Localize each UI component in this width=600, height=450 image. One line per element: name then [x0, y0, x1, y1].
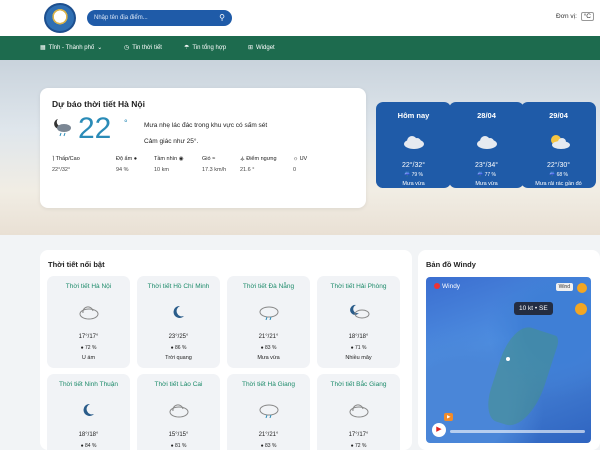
time-badge: ▶ [444, 413, 454, 421]
layer-tag[interactable]: Wind [555, 283, 573, 291]
cloud-icon [169, 404, 188, 418]
windy-title: Bản đồ Windy [426, 260, 476, 269]
main-nav: ▦ Tỉnh - Thành phố ⌄ ◷ Tin thời tiết ☂ Tin t… [0, 36, 600, 60]
sun-cloud-icon [550, 135, 570, 149]
eye-icon: ◉ [178, 156, 184, 162]
unit-selector[interactable]: Đơn vị: °C [556, 12, 594, 21]
featured-weather-section: Thời tiết nổi bật Thời tiết Hà Nội 17°/1… [40, 250, 412, 450]
timeline-slider[interactable] [450, 430, 585, 433]
city-card-lao-cai[interactable]: Thời tiết Lào Cai 15°/15° ● 81 % [137, 374, 220, 450]
chevron-down-icon: ⌄ [97, 45, 103, 51]
thermometer-icon: ⌉ [52, 156, 55, 162]
umbrella-icon: ☂ [184, 45, 190, 51]
city-card-ha-giang[interactable]: Thời tiết Hà Giang 21°/21° ● 83 % [227, 374, 310, 450]
moon-icon [83, 403, 94, 416]
nav-item-summary-news[interactable]: ☂ Tin tổng hợp [184, 36, 226, 60]
city-card-bac-giang[interactable]: Thời tiết Bắc Giang 17°/17° ● 72 % [317, 374, 400, 450]
city-card-da-nang[interactable]: Thời tiết Đà Nẵng 21°/21° ● 83 % Mưa vừa [227, 276, 310, 368]
nav-item-weather-news[interactable]: ◷ Tin thời tiết [124, 36, 162, 60]
widget-icon: ⊞ [248, 45, 254, 51]
drop-icon: ● [350, 345, 354, 351]
moon-icon [173, 305, 184, 318]
day-card-today[interactable]: Hôm nay 22°/32° ☔ 79 % Mưa vừa [376, 102, 451, 188]
wind-icon: ≈ [212, 156, 216, 162]
search-placeholder: Nhập tên địa điểm... [94, 15, 148, 21]
rain-cloud-icon [259, 404, 278, 419]
top-header: Nhập tên địa điểm... ⚲ Đơn vị: °C [0, 0, 600, 36]
map-landmass [481, 321, 561, 433]
location-pin-icon [506, 357, 510, 361]
city-card-ho-chi-minh[interactable]: Thời tiết Hồ Chí Minh 23°/25° ● 86 % Trờ… [137, 276, 220, 368]
temperature-unit: ° [124, 118, 128, 128]
cloud-icon [79, 306, 98, 320]
forecast-card: Dự báo thời tiết Hà Nội 22 ° Mưa nhẹ lác… [40, 88, 366, 208]
wind-readout: 10 kt • SE [514, 302, 553, 315]
city-card-hai-phong[interactable]: Thời tiết Hải Phòng 18°/18° ● 71 % Nhiều… [317, 276, 400, 368]
drop-icon: ● [260, 443, 264, 449]
stat-uv: ☼ UV 0 [293, 156, 308, 173]
windy-logo-icon [434, 283, 440, 290]
building-icon: ▦ [40, 45, 46, 51]
nav-item-widget[interactable]: ⊞ Widget [248, 36, 275, 60]
city-card-ha-noi[interactable]: Thời tiết Hà Nội 17°/17° ● 72 % U ám [47, 276, 130, 368]
stat-humidity: Độ ẩm ● 94 % [116, 156, 138, 173]
drop-icon: ● [170, 443, 174, 449]
drop-icon: ● [133, 156, 138, 162]
day-card-2904[interactable]: 29/04 22°/30° ☔ 68 % Mưa rải rác gần đó [521, 102, 596, 188]
unit-label: Đơn vị: [556, 13, 577, 20]
search-icon[interactable]: ⚲ [219, 10, 225, 26]
cloud-icon [403, 136, 424, 149]
moon-rain-cloud-icon [54, 119, 71, 137]
dew-icon: ⚶ [240, 156, 245, 162]
zoom-icon[interactable] [575, 303, 587, 315]
windy-brand: Windy [434, 283, 460, 290]
play-icon[interactable]: ▶ [432, 423, 446, 437]
nav-item-provinces[interactable]: ▦ Tỉnh - Thành phố ⌄ [40, 36, 102, 60]
windy-section: Bản đồ Windy Windy Wind 10 kt • SE ▶ ▶ [418, 250, 600, 450]
sun-icon: ☼ [293, 156, 299, 162]
cloud-icon [476, 136, 497, 149]
featured-title: Thời tiết nổi bật [48, 260, 105, 269]
drop-icon: ● [80, 443, 84, 449]
clock-icon: ◷ [124, 45, 130, 51]
unit-select[interactable]: °C [580, 12, 594, 21]
drop-icon: ● [350, 443, 354, 449]
drop-icon: ● [80, 345, 84, 351]
search-input[interactable]: Nhập tên địa điểm... ⚲ [87, 10, 232, 26]
cloud-icon [349, 404, 368, 418]
site-logo[interactable] [44, 3, 76, 33]
stat-wind: Gió ≈ 17.3 km/h [202, 156, 227, 173]
forecast-title: Dự báo thời tiết Hà Nội [52, 99, 145, 109]
drop-icon: ● [260, 345, 264, 351]
drop-icon: ● [170, 345, 174, 351]
feels-like: Cảm giác như 25°. [144, 138, 199, 145]
rain-cloud-icon [259, 306, 278, 321]
windy-map[interactable]: Windy Wind 10 kt • SE ▶ ▶ [426, 277, 591, 443]
moon-cloud-icon [349, 304, 369, 319]
stat-visibility: Tầm nhìn ◉ 10 km [154, 156, 184, 173]
stat-dew-point: ⚶ Điểm ngưng 21.6 ° [240, 156, 277, 173]
day-card-2804[interactable]: 28/04 23°/34° ☔ 77 % Mưa vừa [449, 102, 524, 188]
layer-menu-icon[interactable] [577, 283, 587, 293]
forecast-description: Mưa nhẹ lác đác trong khu vực có sấm sét [144, 122, 268, 129]
current-temperature: 22 [78, 112, 112, 145]
city-card-ninh-thuan[interactable]: Thời tiết Ninh Thuận 18°/18° ● 84 % [47, 374, 130, 450]
stat-low-high: ⌉ Thấp/Cao 22°/32° [52, 156, 80, 173]
